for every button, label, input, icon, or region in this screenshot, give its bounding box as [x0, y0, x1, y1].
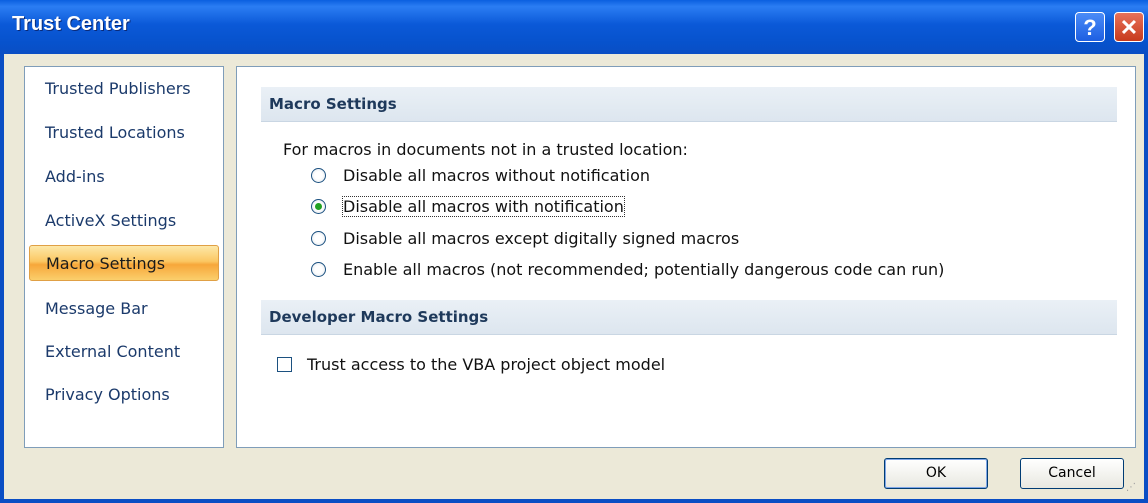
- radio-disable-except-signed[interactable]: [311, 231, 326, 246]
- radio-disable-with-notification[interactable]: [311, 199, 326, 214]
- settings-panel: Macro Settings For macros in documents n…: [236, 66, 1136, 448]
- dialog-title: Trust Center: [12, 13, 130, 35]
- resize-grip-icon[interactable]: ⋰: [1126, 482, 1140, 496]
- radio-disable-without-notification[interactable]: [311, 168, 326, 183]
- section-header-macro-settings: Macro Settings: [261, 87, 1117, 122]
- sidebar-item-trusted-publishers[interactable]: Trusted Publishers: [29, 71, 219, 107]
- title-bar[interactable]: Trust Center ? ✕: [0, 0, 1148, 54]
- section-title: Macro Settings: [269, 95, 397, 113]
- trust-center-dialog: Trust Center ? ✕ Trusted Publishers Trus…: [0, 0, 1148, 503]
- close-button[interactable]: ✕: [1114, 12, 1144, 42]
- sidebar-item-activex-settings[interactable]: ActiveX Settings: [29, 203, 219, 239]
- radio-label[interactable]: Disable all macros except digitally sign…: [343, 229, 739, 248]
- vba-trust-checkbox[interactable]: [277, 357, 292, 372]
- sidebar-item-macro-settings[interactable]: Macro Settings: [29, 245, 219, 281]
- sidebar-item-message-bar[interactable]: Message Bar: [29, 291, 219, 327]
- section-header-developer-macro-settings: Developer Macro Settings: [261, 300, 1117, 335]
- checkbox-label[interactable]: Trust access to the VBA project object m…: [307, 355, 665, 374]
- window-frame-bottom: [0, 499, 1148, 503]
- sidebar-item-add-ins[interactable]: Add-ins: [29, 159, 219, 195]
- sidebar-item-privacy-options[interactable]: Privacy Options: [29, 377, 219, 413]
- category-sidebar: Trusted Publishers Trusted Locations Add…: [24, 66, 224, 448]
- radio-label[interactable]: Disable all macros without notification: [343, 166, 650, 185]
- radio-enable-all-macros[interactable]: [311, 262, 326, 277]
- macro-prompt-text: For macros in documents not in a trusted…: [283, 140, 688, 159]
- sidebar-item-trusted-locations[interactable]: Trusted Locations: [29, 115, 219, 151]
- window-frame-right: [1144, 54, 1148, 503]
- sidebar-item-external-content[interactable]: External Content: [29, 334, 219, 370]
- window-frame-left: [0, 54, 4, 503]
- help-button[interactable]: ?: [1075, 12, 1105, 42]
- section-title: Developer Macro Settings: [269, 308, 489, 326]
- radio-label[interactable]: Disable all macros with notification: [342, 196, 625, 217]
- cancel-button[interactable]: Cancel: [1020, 458, 1124, 489]
- ok-button[interactable]: OK: [884, 458, 988, 489]
- radio-label[interactable]: Enable all macros (not recommended; pote…: [343, 260, 944, 279]
- radio-selected-dot: [315, 203, 322, 210]
